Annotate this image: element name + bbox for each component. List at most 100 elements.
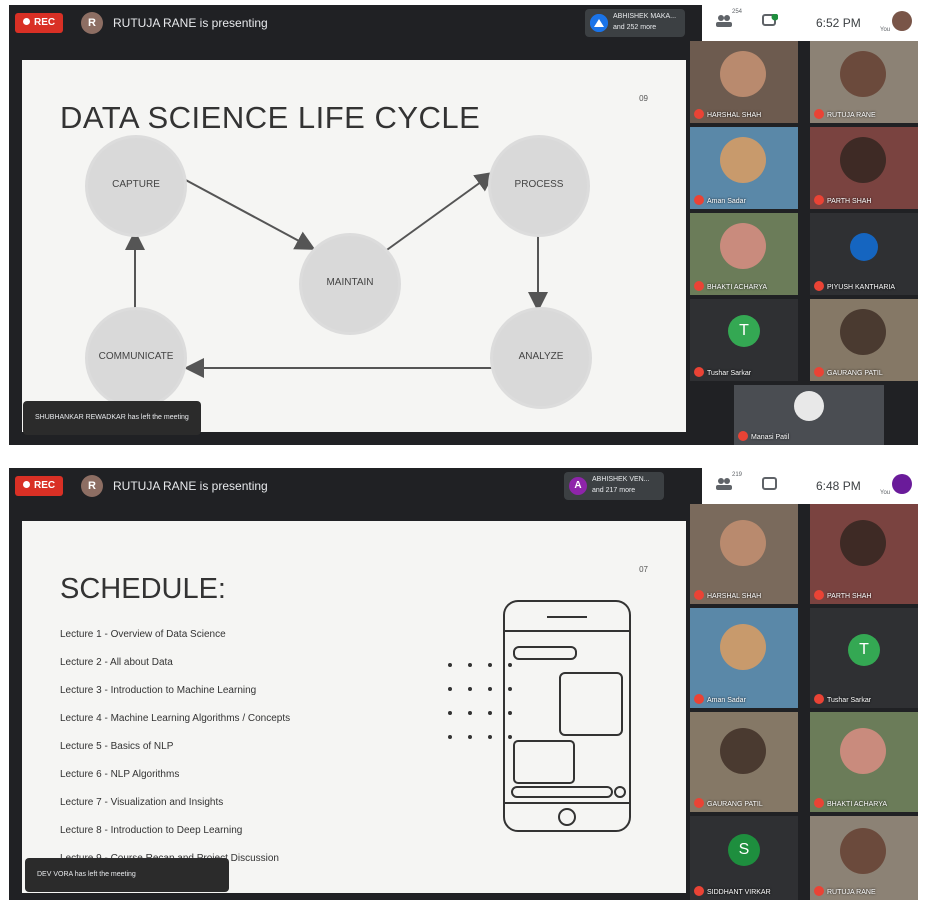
participant-name: Tushar Sarkar [694, 367, 751, 377]
participant-name: SIDDHANT VIRKAR [694, 886, 771, 896]
participant-video [840, 51, 886, 97]
participant-video [720, 223, 766, 269]
viewer-more: and 252 more [613, 24, 657, 31]
viewer-logo-icon [590, 14, 608, 32]
participant-tile[interactable]: HARSHAL SHAH [690, 41, 798, 123]
mic-off-icon [738, 431, 748, 441]
presenter-status: RUTUJA RANE is presenting [113, 16, 268, 30]
participant-name: GAURANG PATIL [694, 798, 763, 808]
meet-window-controls: 219 6:48 PM You [702, 468, 918, 504]
participant-tile[interactable]: T Tushar Sarkar [810, 608, 918, 708]
participant-name: BHAKTI ACHARYA [814, 798, 887, 808]
participant-video [840, 137, 886, 183]
meeting-screenshot-2: REC R RUTUJA RANE is presenting A ABHISH… [9, 468, 918, 900]
node-maintain: MAINTAIN [302, 236, 398, 332]
mic-off-icon [814, 281, 824, 291]
viewer-avatar: A [569, 477, 587, 495]
participant-initial-avatar: S [728, 834, 760, 866]
participant-tile[interactable]: RUTUJA RANE [810, 816, 918, 900]
recording-indicator: REC [15, 476, 64, 496]
participant-name: PARTH SHAH [814, 590, 871, 600]
chat-icon[interactable] [762, 13, 779, 31]
mic-off-icon [814, 694, 824, 704]
participant-tile[interactable]: RUTUJA RANE [810, 41, 918, 123]
participant-initial-avatar: T [728, 315, 760, 347]
you-label: You [880, 27, 891, 33]
participant-tile[interactable]: GAURANG PATIL [690, 712, 798, 812]
mic-off-icon [694, 109, 704, 119]
participant-video [840, 520, 886, 566]
participant-name: RUTUJA RANE [814, 886, 876, 896]
participant-tile[interactable]: Manasi Patil [734, 385, 884, 445]
participant-tile[interactable]: PIYUSH KANTHARIA [810, 213, 918, 295]
participant-initial-avatar: T [848, 634, 880, 666]
mic-off-icon [694, 281, 704, 291]
participant-tile[interactable]: Aman Sadar [690, 608, 798, 708]
people-count: 254 [732, 9, 743, 15]
presenter-avatar: R [81, 475, 103, 497]
recording-indicator: REC [15, 13, 64, 33]
participant-name: Aman Sadar [694, 195, 746, 205]
people-icon[interactable] [716, 477, 732, 494]
participant-tile[interactable]: PARTH SHAH [810, 127, 918, 209]
participant-video [720, 51, 766, 97]
presentation-slide: 07 SCHEDULE: Lecture 1 - Overview of Dat… [22, 521, 686, 893]
mic-off-icon [814, 195, 824, 205]
participant-video [720, 520, 766, 566]
viewer-name: ABHISHEK VEN... [592, 476, 650, 483]
participant-avatar [850, 233, 878, 261]
presenter-avatar: R [81, 12, 103, 34]
participant-name: HARSHAL SHAH [694, 590, 761, 600]
mic-off-icon [694, 195, 704, 205]
viewer-chip[interactable]: A ABHISHEK VEN... and 217 more [564, 472, 664, 500]
viewer-name: ABHISHEK MAKA... [613, 13, 677, 20]
node-analyze: ANALYZE [493, 310, 589, 406]
node-process: PROCESS [491, 138, 587, 234]
mic-off-icon [814, 367, 824, 377]
participant-tile[interactable]: BHAKTI ACHARYA [810, 712, 918, 812]
viewer-chip[interactable]: ABHISHEK MAKA... and 252 more [585, 9, 685, 37]
mic-off-icon [694, 798, 704, 808]
chat-icon[interactable] [762, 477, 778, 494]
participant-tile[interactable]: BHAKTI ACHARYA [690, 213, 798, 295]
participant-tile[interactable]: PARTH SHAH [810, 504, 918, 604]
mic-off-icon [814, 590, 824, 600]
participant-tile[interactable]: S SIDDHANT VIRKAR [690, 816, 798, 900]
participant-video [794, 391, 824, 421]
node-capture: CAPTURE [88, 138, 184, 234]
leave-notification: SHUBHANKAR REWADKAR has left the meeting [23, 401, 201, 435]
participant-name: Manasi Patil [738, 431, 789, 441]
rec-label: REC [34, 480, 56, 491]
self-avatar[interactable] [892, 11, 912, 31]
lecture-item: Lecture 1 - Overview of Data Science [60, 629, 226, 640]
people-icon[interactable] [716, 14, 732, 31]
mic-off-icon [694, 694, 704, 704]
node-communicate-label: COMMUNICATE [98, 351, 174, 362]
participant-tile[interactable]: HARSHAL SHAH [690, 504, 798, 604]
participant-video [720, 137, 766, 183]
participant-name: Tushar Sarkar [814, 694, 871, 704]
mic-off-icon [694, 886, 704, 896]
participant-video [840, 728, 886, 774]
mic-off-icon [814, 886, 824, 896]
you-label: You [880, 490, 891, 496]
participant-tile[interactable]: Aman Sadar [690, 127, 798, 209]
mic-off-icon [694, 590, 704, 600]
viewer-more: and 217 more [592, 487, 636, 494]
node-process-label: PROCESS [514, 179, 564, 190]
phone-illustration-icon [448, 600, 631, 832]
participant-name: BHAKTI ACHARYA [694, 281, 767, 291]
presenter-status: RUTUJA RANE is presenting [113, 479, 268, 493]
viewer-avatar [590, 14, 608, 32]
record-dot-icon [23, 18, 30, 25]
record-dot-icon [23, 481, 30, 488]
participant-video [720, 624, 766, 670]
lecture-item: Lecture 5 - Basics of NLP [60, 741, 174, 752]
participant-name: Aman Sadar [694, 694, 746, 704]
self-avatar[interactable] [892, 474, 912, 494]
participant-tile[interactable]: GAURANG PATIL [810, 299, 918, 381]
mic-off-icon [814, 798, 824, 808]
lecture-item: Lecture 8 - Introduction to Deep Learnin… [60, 825, 243, 836]
node-communicate: COMMUNICATE [88, 310, 184, 406]
participant-tile[interactable]: T Tushar Sarkar [690, 299, 798, 381]
